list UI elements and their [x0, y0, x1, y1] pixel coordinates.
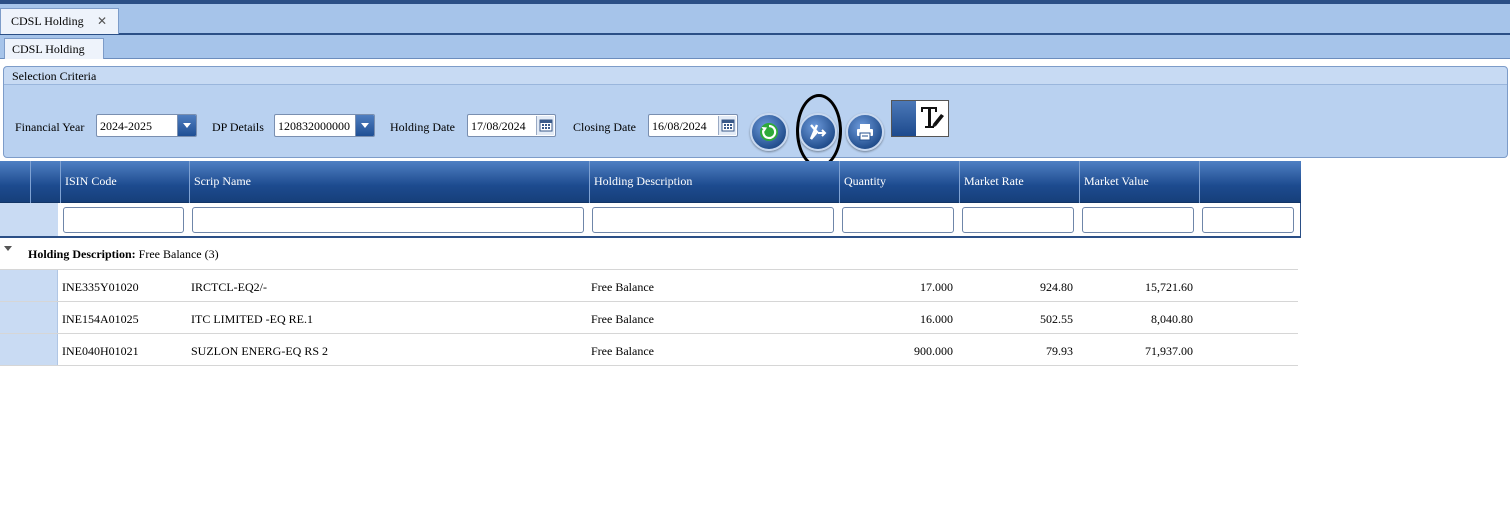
isin-filter-input[interactable] [63, 207, 184, 233]
dp-details-select[interactable]: 120832000000 [274, 114, 375, 137]
quantity-cell: 17.000 [920, 280, 953, 294]
column-quantity[interactable]: Quantity [840, 161, 960, 203]
row-selector[interactable] [0, 270, 58, 301]
grid-filter-row [0, 203, 1301, 238]
text-edit-icon [919, 104, 945, 136]
isin-cell: INE335Y01020 [62, 280, 139, 294]
quantity-cell: 16.000 [920, 312, 953, 326]
holding-date-input[interactable]: 17/08/2024 [467, 114, 556, 137]
rate-cell: 924.80 [1040, 280, 1073, 294]
table-row[interactable]: INE335Y01020 IRCTCL-EQ2/- Free Balance 1… [0, 270, 1298, 302]
filter-row-stub [0, 203, 58, 236]
column-scrip-name[interactable]: Scrip Name [190, 161, 590, 203]
group-text: Holding Description: Free Balance (3) [28, 247, 219, 262]
description-filter-input[interactable] [592, 207, 834, 233]
collapse-triangle-icon[interactable] [4, 246, 12, 251]
column-holding-description[interactable]: Holding Description [590, 161, 840, 203]
print-button[interactable] [846, 113, 884, 151]
group-label: Holding Description: [28, 247, 136, 261]
group-value: Free Balance (3) [138, 247, 219, 261]
isin-cell: INE040H01021 [62, 344, 139, 358]
chevron-down-icon[interactable] [355, 115, 374, 136]
calendar-icon[interactable] [536, 116, 554, 135]
group-row-free-balance[interactable]: Holding Description: Free Balance (3) [0, 238, 1298, 270]
column-market-rate[interactable]: Market Rate [960, 161, 1080, 203]
column-select-header [0, 161, 31, 203]
calendar-icon[interactable] [718, 116, 736, 135]
scrip-filter-input[interactable] [192, 207, 584, 233]
scrip-cell: SUZLON ENERG-EQ RS 2 [191, 344, 328, 358]
quantity-cell: 900.000 [914, 344, 953, 358]
tab-cdsl-holding[interactable]: CDSL Holding ✕ [0, 8, 119, 34]
value-cell: 15,721.60 [1145, 280, 1193, 294]
scrip-cell: ITC LIMITED -EQ RE.1 [191, 312, 313, 326]
holding-date-label: Holding Date [390, 120, 455, 134]
extra-filter-input[interactable] [1202, 207, 1294, 233]
window-tab-bar: CDSL Holding ✕ [0, 0, 1510, 35]
subtab-label: CDSL Holding [12, 42, 85, 56]
column-group-header [31, 161, 61, 203]
financial-year-label: Financial Year [15, 120, 85, 134]
description-cell: Free Balance [591, 312, 654, 326]
dp-details-value: 120832000000 [278, 119, 350, 133]
financial-year-select[interactable]: 2024-2025 [96, 114, 197, 137]
tab-label: CDSL Holding [11, 14, 84, 28]
table-row[interactable]: INE154A01025 ITC LIMITED -EQ RE.1 Free B… [0, 302, 1298, 334]
subtab-cdsl-holding[interactable]: CDSL Holding [4, 38, 104, 59]
column-isin-code[interactable]: ISIN Code [61, 161, 190, 203]
quantity-filter-input[interactable] [842, 207, 954, 233]
financial-year-value: 2024-2025 [100, 119, 152, 133]
column-market-value[interactable]: Market Value [1080, 161, 1200, 203]
export-highlight-ring [796, 94, 842, 168]
scrip-cell: IRCTCL-EQ2/- [191, 280, 267, 294]
row-selector[interactable] [0, 334, 58, 365]
text-format-button-accent [892, 101, 916, 136]
closing-date-input[interactable]: 16/08/2024 [648, 114, 738, 137]
description-cell: Free Balance [591, 344, 654, 358]
value-filter-input[interactable] [1082, 207, 1194, 233]
row-selector[interactable] [0, 302, 58, 333]
holding-date-value: 17/08/2024 [471, 119, 526, 133]
close-icon[interactable]: ✕ [97, 14, 107, 28]
column-extra [1200, 161, 1301, 203]
value-cell: 8,040.80 [1151, 312, 1193, 326]
sub-tab-bar: CDSL Holding [0, 35, 1510, 59]
rate-cell: 502.55 [1040, 312, 1073, 326]
text-format-button[interactable] [891, 100, 949, 137]
table-row[interactable]: INE040H01021 SUZLON ENERG-EQ RS 2 Free B… [0, 334, 1298, 366]
dp-details-label: DP Details [212, 120, 264, 134]
value-cell: 71,937.00 [1145, 344, 1193, 358]
closing-date-label: Closing Date [573, 120, 636, 134]
rate-cell: 79.93 [1046, 344, 1073, 358]
selection-criteria-title: Selection Criteria [4, 67, 1507, 85]
isin-cell: INE154A01025 [62, 312, 139, 326]
description-cell: Free Balance [591, 280, 654, 294]
rate-filter-input[interactable] [962, 207, 1074, 233]
grid-header: ISIN Code Scrip Name Holding Description… [0, 161, 1301, 203]
chevron-down-icon[interactable] [177, 115, 196, 136]
refresh-button[interactable] [750, 113, 788, 151]
closing-date-value: 16/08/2024 [652, 119, 707, 133]
